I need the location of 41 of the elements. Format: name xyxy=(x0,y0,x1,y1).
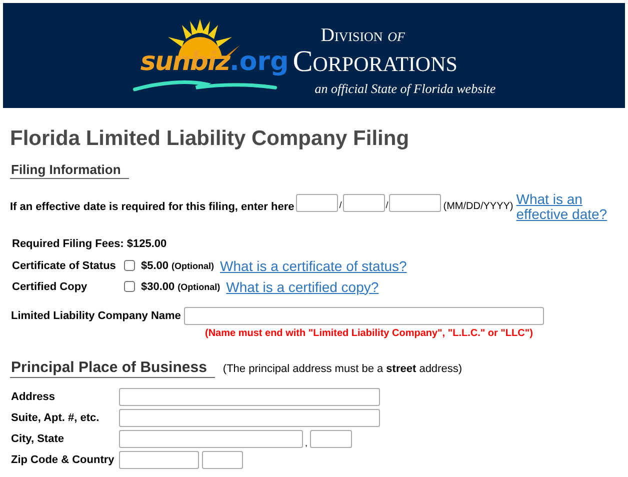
option-label: Certificate of Status xyxy=(12,260,117,272)
corporations-heading: Corporations xyxy=(292,46,458,76)
field-label: Limited Liability Company Name xyxy=(11,310,181,322)
field-label: If an effective date is required for this filing, enter here xyxy=(10,201,294,213)
help-link[interactable]: What is a certificate of status? xyxy=(220,258,407,274)
field-label: Suite, Apt. #, etc. xyxy=(11,412,100,424)
address-field[interactable] xyxy=(310,430,352,448)
separator: , xyxy=(305,438,308,448)
section-heading: Principal Place of Business xyxy=(10,359,215,378)
fees-text: Required Filing Fees: $125.00 xyxy=(12,238,168,250)
optional-note: (Optional) xyxy=(172,260,214,270)
date-field[interactable] xyxy=(296,194,338,212)
page-title: Florida Limited Liability Company Filing xyxy=(10,126,410,152)
separator: / xyxy=(339,200,342,210)
optional-note: (Optional) xyxy=(178,282,220,292)
field-label: City, State xyxy=(11,433,65,445)
tagline: an official State of Florida website xyxy=(314,80,496,96)
address-field[interactable] xyxy=(119,388,380,406)
date-field[interactable] xyxy=(389,194,442,212)
company-name-field[interactable] xyxy=(184,307,544,325)
date-field[interactable] xyxy=(342,194,385,212)
option-label: Certified Copy xyxy=(12,280,88,292)
logo-domain: .org xyxy=(230,46,289,76)
address-note: (The principal address must be a street address) xyxy=(222,363,462,375)
warning-text: (Name must end with "Limited Liability Company", "L.L.C." or "LLC") xyxy=(205,328,534,339)
price: $30.00 xyxy=(141,280,175,292)
separator: / xyxy=(386,200,388,210)
help-link[interactable]: What is an effective date? xyxy=(516,192,625,222)
address-field[interactable] xyxy=(119,430,303,448)
checkbox[interactable] xyxy=(124,260,135,271)
help-link[interactable]: What is a certified copy? xyxy=(226,278,379,294)
checkbox[interactable] xyxy=(124,281,135,292)
address-field[interactable] xyxy=(119,409,380,427)
address-field[interactable] xyxy=(202,451,243,469)
section-heading: Filing Information xyxy=(10,162,129,179)
field-label: Address xyxy=(11,391,56,403)
address-field[interactable] xyxy=(119,451,199,469)
field-label: Zip Code & Country xyxy=(11,454,116,466)
format-hint: (MM/DD/YYYY) xyxy=(443,201,514,212)
division-heading: Division of xyxy=(320,24,406,46)
price: $5.00 xyxy=(141,260,169,272)
